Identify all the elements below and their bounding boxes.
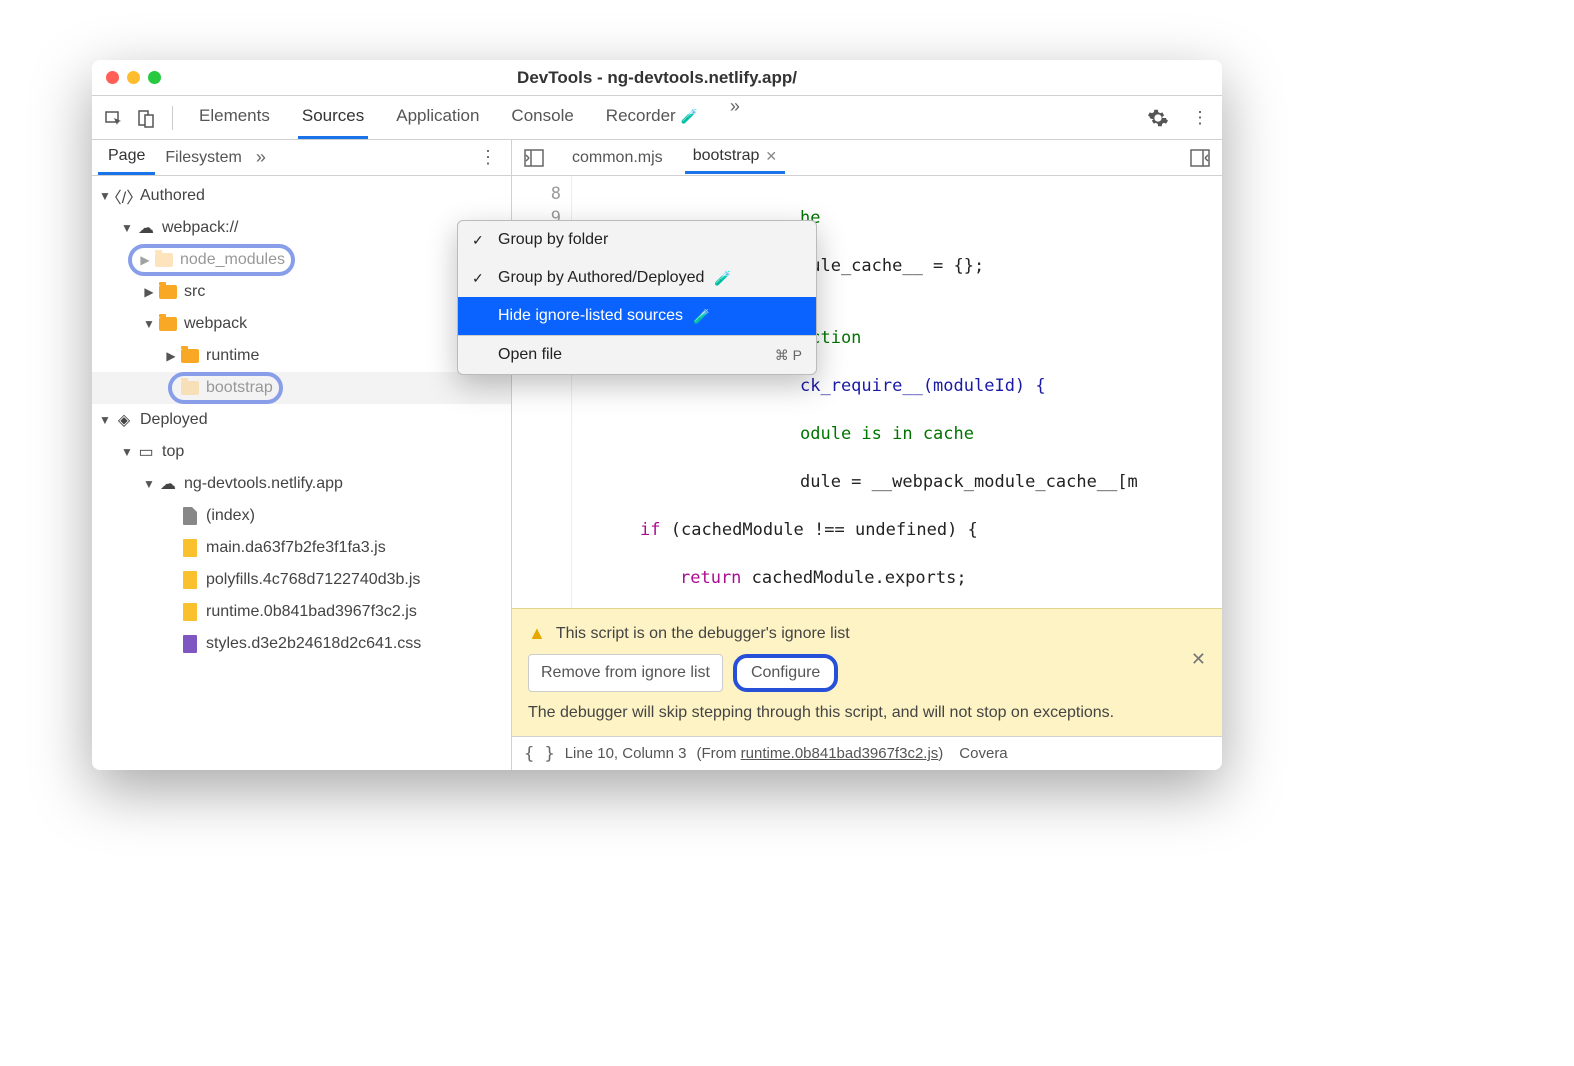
js-file[interactable]: runtime.0b841bad3967f3c2.js (92, 596, 511, 628)
navigator-context-menu: ✓Group by folder ✓Group by Authored/Depl… (457, 220, 817, 375)
node-modules-folder[interactable]: ▶node_modules (92, 244, 511, 276)
navigator-tab-page[interactable]: Page (98, 140, 155, 175)
maximize-window-button[interactable] (148, 71, 161, 84)
folder-icon (155, 253, 173, 267)
top-frame[interactable]: ▼▭top (92, 436, 511, 468)
warning-icon: ▲ (528, 623, 546, 644)
menu-group-by-authored[interactable]: ✓Group by Authored/Deployed🧪 (458, 259, 816, 297)
flask-icon: 🧪 (693, 308, 710, 325)
tab-console[interactable]: Console (507, 96, 577, 139)
toggle-navigator-icon[interactable] (518, 149, 550, 167)
navigator-tabs: Page Filesystem » ⋮ (92, 140, 511, 176)
tab-recorder[interactable]: Recorder 🧪 (602, 96, 702, 139)
window-title: DevTools - ng-devtools.netlify.app/ (517, 68, 797, 88)
deployed-group[interactable]: ▼◈Deployed (92, 404, 511, 436)
tab-sources[interactable]: Sources (298, 96, 368, 139)
configure-button[interactable]: Configure (733, 654, 838, 692)
editor-tab-common[interactable]: common.mjs (564, 143, 671, 173)
tab-elements[interactable]: Elements (195, 96, 274, 139)
authored-group[interactable]: ▼〈/〉Authored (92, 180, 511, 212)
separator (172, 106, 173, 130)
close-warning-icon[interactable]: ✕ (1191, 649, 1206, 670)
folder-icon (159, 317, 177, 331)
from-text: (From runtime.0b841bad3967f3c2.js) (696, 745, 943, 762)
toggle-debugger-icon[interactable] (1184, 149, 1216, 167)
menu-group-by-folder[interactable]: ✓Group by folder (458, 221, 816, 259)
device-toolbar-icon[interactable] (132, 104, 160, 132)
main-toolbar: Elements Sources Application Console Rec… (92, 96, 1222, 140)
navigator-menu-icon[interactable]: ⋮ (471, 147, 505, 168)
folder-icon (159, 285, 177, 299)
inspect-element-icon[interactable] (100, 104, 128, 132)
file-icon (183, 571, 197, 589)
traffic-lights (106, 71, 161, 84)
src-folder[interactable]: ▶src (92, 276, 511, 308)
remove-from-ignore-button[interactable]: Remove from ignore list (528, 654, 723, 692)
cursor-location: Line 10, Column 3 (565, 745, 687, 762)
flask-icon: 🧪 (680, 108, 697, 124)
settings-icon[interactable] (1144, 104, 1172, 132)
webpack-folder[interactable]: ▼webpack (92, 308, 511, 340)
index-file[interactable]: (index) (92, 500, 511, 532)
editor-statusbar: { } Line 10, Column 3 (From runtime.0b84… (512, 736, 1222, 770)
editor-tab-bootstrap[interactable]: bootstrap✕ (685, 141, 785, 174)
js-file[interactable]: main.da63f7b2fe3f1fa3.js (92, 532, 511, 564)
css-file[interactable]: styles.d3e2b24618d2c641.css (92, 628, 511, 660)
domain-node[interactable]: ▼☁ng-devtools.netlify.app (92, 468, 511, 500)
devtools-window: DevTools - ng-devtools.netlify.app/ Elem… (92, 60, 1222, 770)
frame-icon: ▭ (136, 442, 156, 462)
file-icon (183, 635, 197, 653)
file-tree: ▼〈/〉Authored ▼☁webpack:// ▶node_modules … (92, 176, 511, 770)
source-link[interactable]: runtime.0b841bad3967f3c2.js (741, 745, 939, 762)
navigator-tab-filesystem[interactable]: Filesystem (155, 142, 251, 174)
ignore-list-warning: ▲ This script is on the debugger's ignor… (512, 608, 1222, 736)
box-icon: ◈ (114, 410, 134, 430)
js-file[interactable]: polyfills.4c768d7122740d3b.js (92, 564, 511, 596)
close-tab-icon[interactable]: ✕ (765, 148, 777, 165)
navigator-tabs-overflow[interactable]: » (256, 147, 266, 168)
file-icon (183, 603, 197, 621)
cloud-icon: ☁ (136, 218, 156, 238)
warning-title: This script is on the debugger's ignore … (556, 625, 850, 643)
navigator-panel: Page Filesystem » ⋮ ▼〈/〉Authored ▼☁webpa… (92, 140, 512, 770)
menu-open-file[interactable]: Open file⌘ P (458, 336, 816, 374)
flask-icon: 🧪 (714, 270, 731, 287)
file-icon (183, 507, 197, 525)
bootstrap-file[interactable]: bootstrap (92, 372, 511, 404)
main-tabs-overflow[interactable]: » (730, 96, 740, 139)
code-icon: 〈/〉 (114, 186, 134, 206)
runtime-folder[interactable]: ▶runtime (92, 340, 511, 372)
tab-application[interactable]: Application (392, 96, 483, 139)
menu-hide-ignore-listed[interactable]: Hide ignore-listed sources🧪 (458, 297, 816, 335)
pretty-print-icon[interactable]: { } (524, 744, 555, 764)
folder-icon (181, 349, 199, 363)
minimize-window-button[interactable] (127, 71, 140, 84)
warning-description: The debugger will skip stepping through … (528, 704, 1206, 722)
coverage-label: Covera (959, 745, 1007, 762)
close-window-button[interactable] (106, 71, 119, 84)
webpack-domain[interactable]: ▼☁webpack:// (92, 212, 511, 244)
main-panel-tabs: Elements Sources Application Console Rec… (195, 96, 740, 139)
editor-tabs: common.mjs bootstrap✕ (512, 140, 1222, 176)
cloud-icon: ☁ (158, 474, 178, 494)
more-menu-icon[interactable]: ⋮ (1186, 104, 1214, 132)
titlebar: DevTools - ng-devtools.netlify.app/ (92, 60, 1222, 96)
file-icon (181, 381, 199, 395)
file-icon (183, 539, 197, 557)
shortcut-label: ⌘ P (775, 347, 802, 364)
